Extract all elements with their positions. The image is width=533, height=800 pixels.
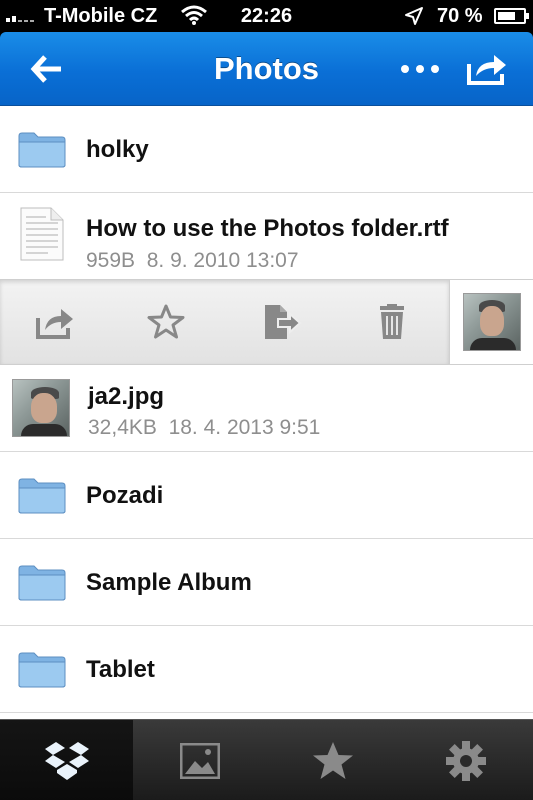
favorite-star-icon[interactable] — [146, 304, 186, 340]
item-date: 18. 4. 2013 9:51 — [168, 416, 321, 439]
location-arrow-icon — [405, 7, 423, 25]
battery-fill — [498, 12, 515, 20]
share-icon[interactable] — [36, 304, 76, 340]
item-name: Tablet — [86, 656, 155, 683]
item-meta: 959B 8. 9. 2010 13:07 — [86, 249, 299, 273]
item-size: 32,4KB — [88, 416, 157, 439]
item-meta: 32,4KB 18. 4. 2013 9:51 — [88, 416, 320, 440]
item-name: holky — [86, 136, 149, 163]
list-item-folder[interactable]: Pozadi — [0, 452, 533, 539]
file-action-strip — [0, 279, 533, 365]
list-item-folder[interactable]: holky — [0, 106, 533, 193]
item-name: How to use the Photos folder.rtf — [86, 215, 449, 242]
battery-icon — [494, 8, 529, 24]
battery-percent: 70 % — [437, 5, 483, 27]
photo-thumbnail[interactable] — [463, 293, 521, 351]
document-icon — [20, 207, 64, 261]
item-name: Sample Album — [86, 569, 252, 596]
carrier-name: T-Mobile CZ — [44, 5, 158, 27]
list-item-file[interactable]: How to use the Photos folder.rtf 959B 8.… — [0, 193, 533, 280]
more-dots-icon[interactable] — [398, 54, 442, 84]
move-file-icon[interactable] — [262, 304, 302, 340]
share-icon[interactable] — [466, 50, 508, 86]
favorites-star-icon — [312, 741, 353, 779]
list-item-image[interactable]: ja2.jpg 32,4KB 18. 4. 2013 9:51 — [0, 365, 533, 452]
tab-settings[interactable] — [399, 720, 532, 800]
folder-icon — [18, 565, 66, 601]
folder-icon — [18, 132, 66, 168]
photos-icon — [179, 742, 220, 779]
dropbox-icon — [44, 741, 89, 780]
settings-gear-icon — [445, 740, 486, 781]
page-title: Photos — [213, 51, 320, 86]
item-date: 8. 9. 2010 13:07 — [146, 249, 299, 272]
tab-files[interactable] — [0, 720, 133, 800]
folder-icon — [18, 652, 66, 688]
item-size: 959B — [86, 249, 136, 272]
signal-strength-icon — [6, 10, 34, 22]
tab-bar — [0, 719, 533, 800]
item-name: ja2.jpg — [88, 383, 165, 410]
preview-thumbnail-cell — [449, 280, 533, 364]
delete-trash-icon[interactable] — [372, 304, 412, 340]
status-bar: T-Mobile CZ 22:26 70 % — [0, 0, 533, 32]
folder-icon — [18, 478, 66, 514]
navigation-bar: Photos — [0, 32, 533, 106]
file-list: holky How to use the Photos folder.rtf 9… — [0, 106, 533, 719]
photo-thumbnail — [12, 379, 70, 437]
item-name: Pozadi — [86, 482, 164, 509]
wifi-icon — [181, 5, 207, 25]
tab-photos[interactable] — [133, 720, 266, 800]
list-item-folder[interactable]: Tablet — [0, 626, 533, 713]
tab-favorites[interactable] — [266, 720, 399, 800]
back-arrow-icon[interactable] — [30, 54, 64, 84]
list-item-folder[interactable]: Sample Album — [0, 539, 533, 626]
